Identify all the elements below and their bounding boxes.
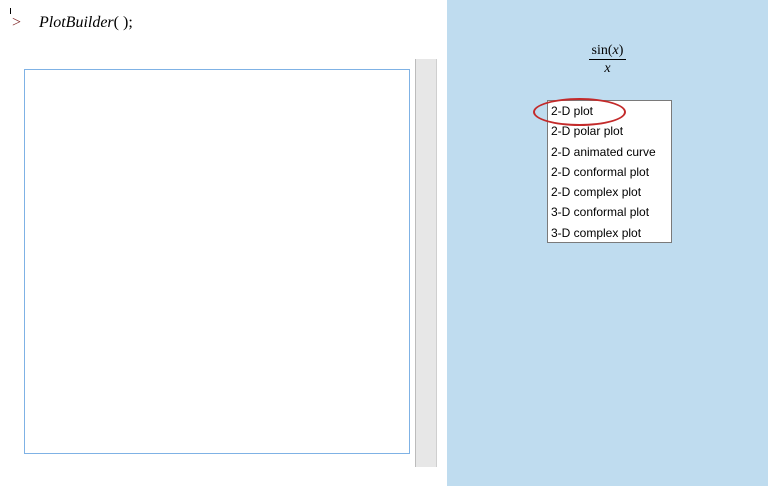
menu-item-2d-polar-plot[interactable]: 2-D polar plot [548, 121, 671, 141]
splitter-edge-right [436, 59, 437, 467]
selected-expression[interactable]: sin(x) x [447, 41, 768, 77]
menu-item-2d-plot[interactable]: 2-D plot [548, 101, 671, 121]
menu-item-2d-conformal-plot[interactable]: 2-D conformal plot [548, 162, 671, 182]
splitter-edge-left [415, 59, 416, 467]
command-args: ( ); [113, 14, 133, 31]
expression-denominator: x [604, 61, 611, 76]
menu-item-2d-animated-curve[interactable]: 2-D animated curve [548, 142, 671, 162]
command-name: PlotBuilder [39, 14, 114, 31]
execution-group-bracket [10, 8, 11, 14]
panel-splitter[interactable] [415, 59, 437, 467]
menu-item-3d-conformal-plot[interactable]: 3-D conformal plot [548, 202, 671, 222]
expression-numerator: sin(x) [588, 43, 627, 60]
plot-output-area[interactable] [24, 69, 410, 454]
command-prompt: > [12, 14, 22, 31]
menu-item-3d-complex-plot[interactable]: 3-D complex plot [548, 223, 671, 243]
menu-item-2d-complex-plot[interactable]: 2-D complex plot [548, 182, 671, 202]
command-input[interactable]: PlotBuilder( ); [39, 14, 133, 32]
plot-type-menu: 2-D plot 2-D polar plot 2-D animated cur… [547, 100, 672, 243]
